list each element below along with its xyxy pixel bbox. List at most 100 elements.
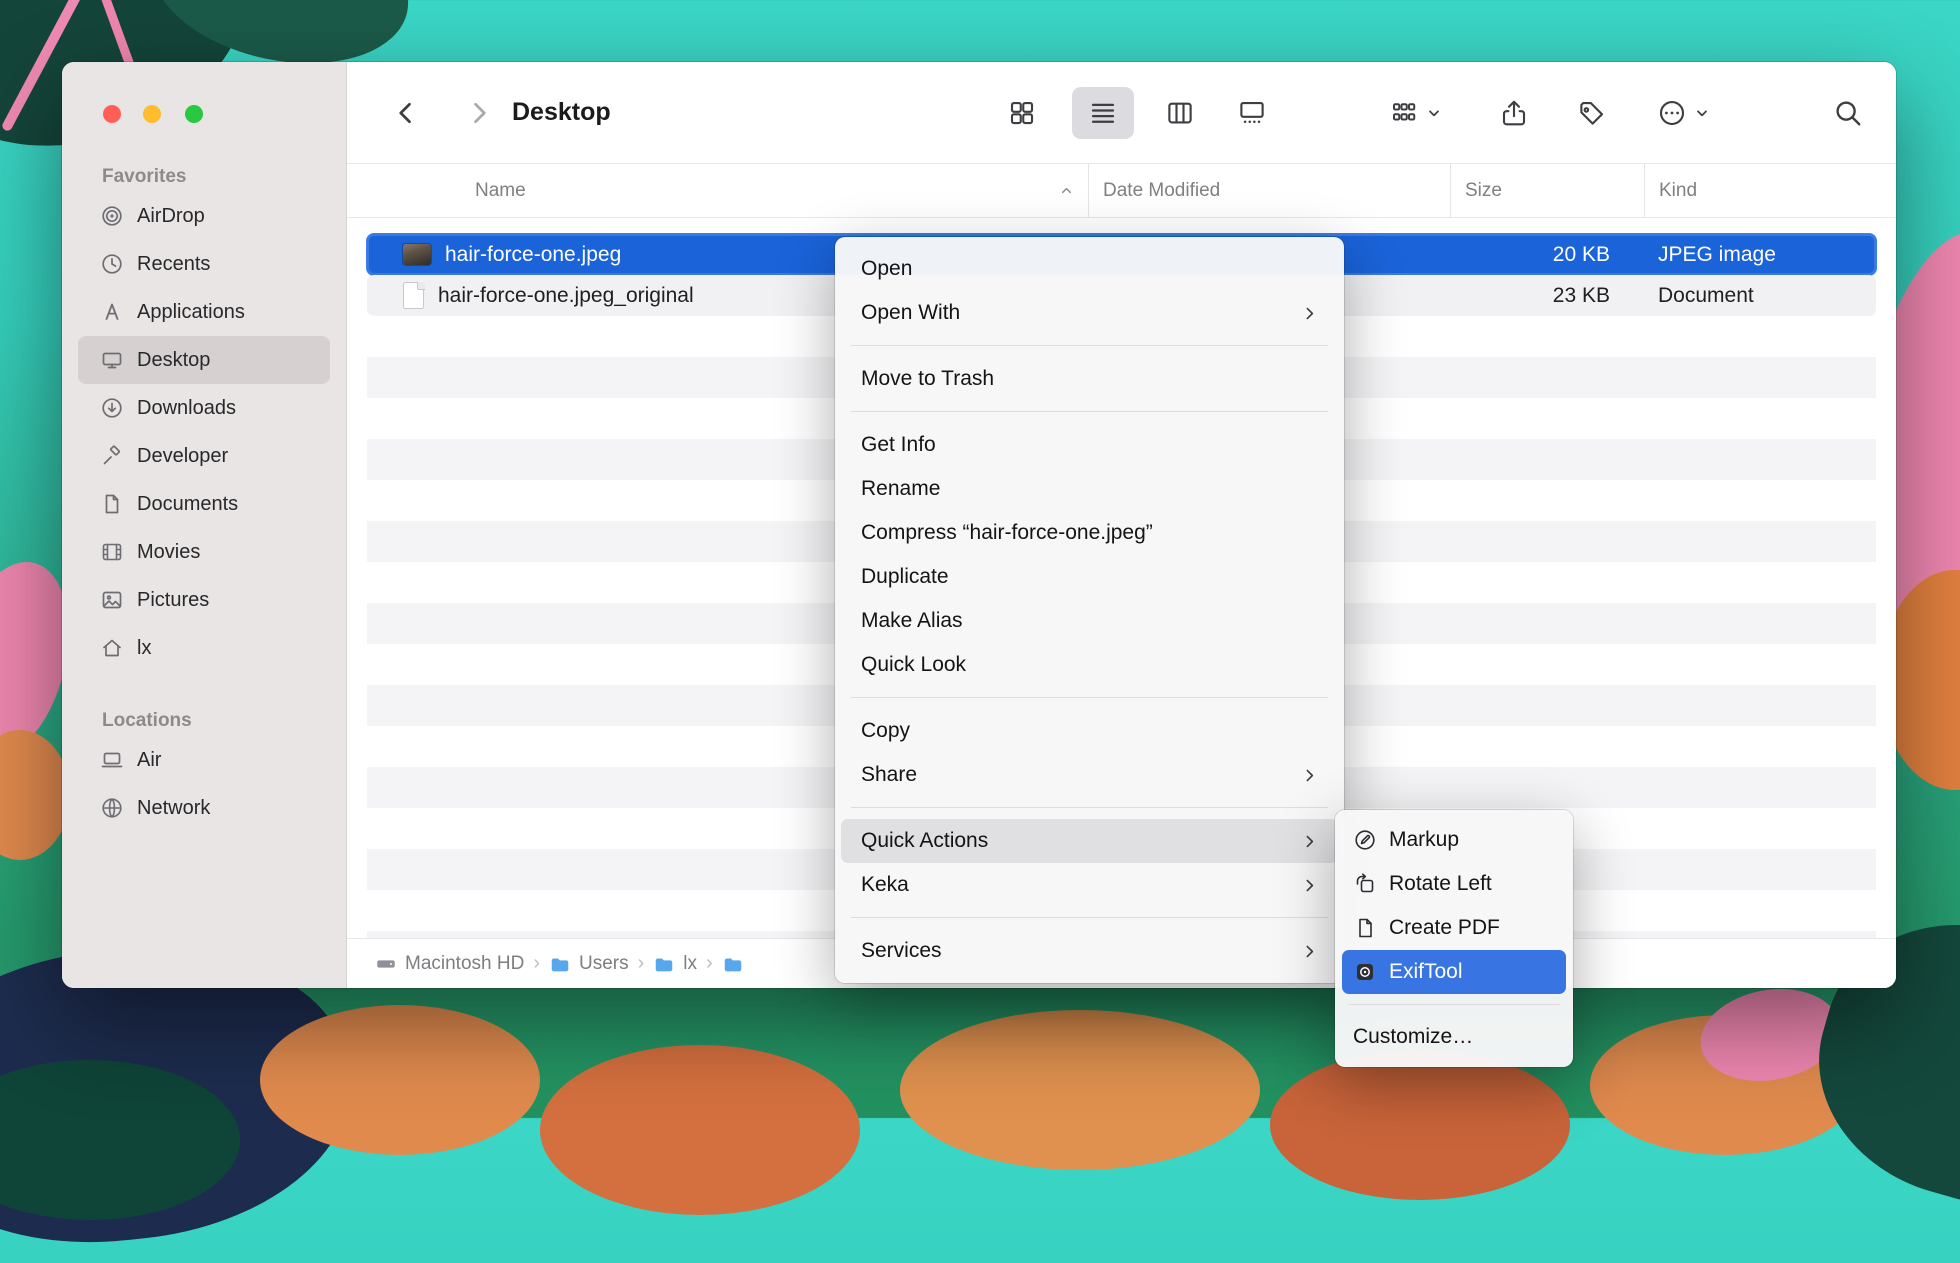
submenu-item-customize[interactable]: Customize… <box>1342 1015 1566 1059</box>
menu-separator <box>851 697 1328 698</box>
forward-button[interactable] <box>465 99 493 127</box>
document-file-icon <box>403 282 424 309</box>
chevron-right-icon <box>1301 877 1318 894</box>
sidebar-item-label: lx <box>137 637 151 660</box>
path-item-users[interactable]: Users <box>549 953 629 975</box>
film-icon <box>100 540 124 564</box>
menu-separator <box>851 917 1328 918</box>
menu-item-services[interactable]: Services <box>841 929 1338 973</box>
sidebar-item-documents[interactable]: Documents <box>78 480 330 528</box>
path-separator: › <box>533 952 540 975</box>
image-thumbnail-icon <box>403 244 431 265</box>
file-size-cell: 23 KB <box>1444 284 1638 308</box>
column-header-kind[interactable]: Kind <box>1644 163 1896 218</box>
disk-icon <box>375 953 397 975</box>
submenu-item-create-pdf[interactable]: Create PDF <box>1342 906 1566 950</box>
path-item-macintosh-hd[interactable]: Macintosh HD <box>375 953 524 975</box>
menu-item-quick-actions[interactable]: Quick Actions <box>841 819 1338 863</box>
menu-item-make-alias[interactable]: Make Alias <box>841 599 1338 643</box>
sidebar-item-airdrop[interactable]: AirDrop <box>78 192 330 240</box>
file-size-cell: 20 KB <box>1444 243 1638 267</box>
sort-chevron-up-icon <box>1059 183 1074 198</box>
photo-icon <box>100 588 124 612</box>
zoom-window-button[interactable] <box>185 105 203 123</box>
sidebar-item-label: Air <box>137 749 161 772</box>
menu-item-open-with[interactable]: Open With <box>841 291 1338 335</box>
group-chevron-down-icon[interactable] <box>1426 105 1442 121</box>
sidebar-item-home[interactable]: lx <box>78 624 330 672</box>
gallery-view-button[interactable] <box>1237 98 1267 128</box>
more-chevron-down-icon[interactable] <box>1694 105 1710 121</box>
column-header-date-modified[interactable]: Date Modified <box>1088 163 1450 218</box>
hammer-icon <box>100 444 124 468</box>
sidebar-item-pictures[interactable]: Pictures <box>78 576 330 624</box>
clock-icon <box>100 252 124 276</box>
path-item-truncated[interactable] <box>722 953 744 975</box>
sidebar-item-air[interactable]: Air <box>78 736 330 784</box>
menu-separator <box>851 345 1328 346</box>
back-button[interactable] <box>392 99 420 127</box>
sidebar-item-recents[interactable]: Recents <box>78 240 330 288</box>
favorites-section-header: Favorites <box>102 166 346 188</box>
menu-item-compress[interactable]: Compress “hair-force-one.jpeg” <box>841 511 1338 555</box>
sidebar-item-label: Desktop <box>137 349 210 372</box>
menu-item-quick-look[interactable]: Quick Look <box>841 643 1338 687</box>
wallpaper-stone-shape <box>540 1045 860 1215</box>
chevron-right-icon <box>1301 305 1318 322</box>
menu-item-copy[interactable]: Copy <box>841 709 1338 753</box>
wallpaper-stone-shape <box>1270 1050 1570 1200</box>
file-name: hair-force-one.jpeg_original <box>438 284 694 308</box>
close-window-button[interactable] <box>103 105 121 123</box>
menu-item-rename[interactable]: Rename <box>841 467 1338 511</box>
wallpaper-stone-shape <box>900 1010 1260 1170</box>
tag-button[interactable] <box>1577 98 1607 128</box>
list-view-button[interactable] <box>1088 98 1118 128</box>
column-header-name[interactable]: Name <box>347 164 1088 217</box>
toolbar: Desktop <box>347 62 1896 163</box>
sidebar-item-label: Developer <box>137 445 228 468</box>
sidebar-item-label: Recents <box>137 253 210 276</box>
group-button[interactable] <box>1389 98 1419 128</box>
more-actions-button[interactable] <box>1657 98 1687 128</box>
folder-icon <box>549 953 571 975</box>
path-separator: › <box>638 952 645 975</box>
quick-actions-submenu: Markup Rotate Left Create PDF ExifTool C… <box>1335 810 1573 1067</box>
menu-item-get-info[interactable]: Get Info <box>841 423 1338 467</box>
minimize-window-button[interactable] <box>143 105 161 123</box>
sidebar-item-movies[interactable]: Movies <box>78 528 330 576</box>
sidebar-item-label: Downloads <box>137 397 236 420</box>
menu-item-move-to-trash[interactable]: Move to Trash <box>841 357 1338 401</box>
submenu-item-markup[interactable]: Markup <box>1342 818 1566 862</box>
column-view-button[interactable] <box>1165 98 1195 128</box>
sidebar-item-applications[interactable]: Applications <box>78 288 330 336</box>
window-title: Desktop <box>512 62 611 163</box>
airdrop-icon <box>100 204 124 228</box>
chevron-right-icon <box>1301 833 1318 850</box>
submenu-item-rotate-left[interactable]: Rotate Left <box>1342 862 1566 906</box>
share-button[interactable] <box>1499 98 1529 128</box>
submenu-separator <box>1348 1004 1560 1005</box>
submenu-item-exiftool[interactable]: ExifTool <box>1342 950 1566 994</box>
sidebar-item-downloads[interactable]: Downloads <box>78 384 330 432</box>
sidebar-item-label: Documents <box>137 493 238 516</box>
menu-item-open[interactable]: Open <box>841 247 1338 291</box>
sidebar-item-label: AirDrop <box>137 205 205 228</box>
sidebar-item-developer[interactable]: Developer <box>78 432 330 480</box>
menu-item-keka[interactable]: Keka <box>841 863 1338 907</box>
context-menu: Open Open With Move to Trash Get Info Re… <box>835 237 1344 983</box>
applications-icon <box>100 300 124 324</box>
globe-icon <box>100 796 124 820</box>
menu-item-share[interactable]: Share <box>841 753 1338 797</box>
sidebar-item-desktop[interactable]: Desktop <box>78 336 330 384</box>
menu-item-duplicate[interactable]: Duplicate <box>841 555 1338 599</box>
wallpaper-stone-shape <box>260 1005 540 1155</box>
document-icon <box>100 492 124 516</box>
file-kind-cell: Document <box>1638 284 1876 308</box>
folder-icon <box>722 953 744 975</box>
menu-separator <box>851 807 1328 808</box>
sidebar-item-network[interactable]: Network <box>78 784 330 832</box>
column-header-size[interactable]: Size <box>1450 163 1644 218</box>
icon-view-button[interactable] <box>1007 98 1037 128</box>
search-icon[interactable] <box>1833 98 1863 128</box>
path-item-lx[interactable]: lx <box>653 953 697 975</box>
